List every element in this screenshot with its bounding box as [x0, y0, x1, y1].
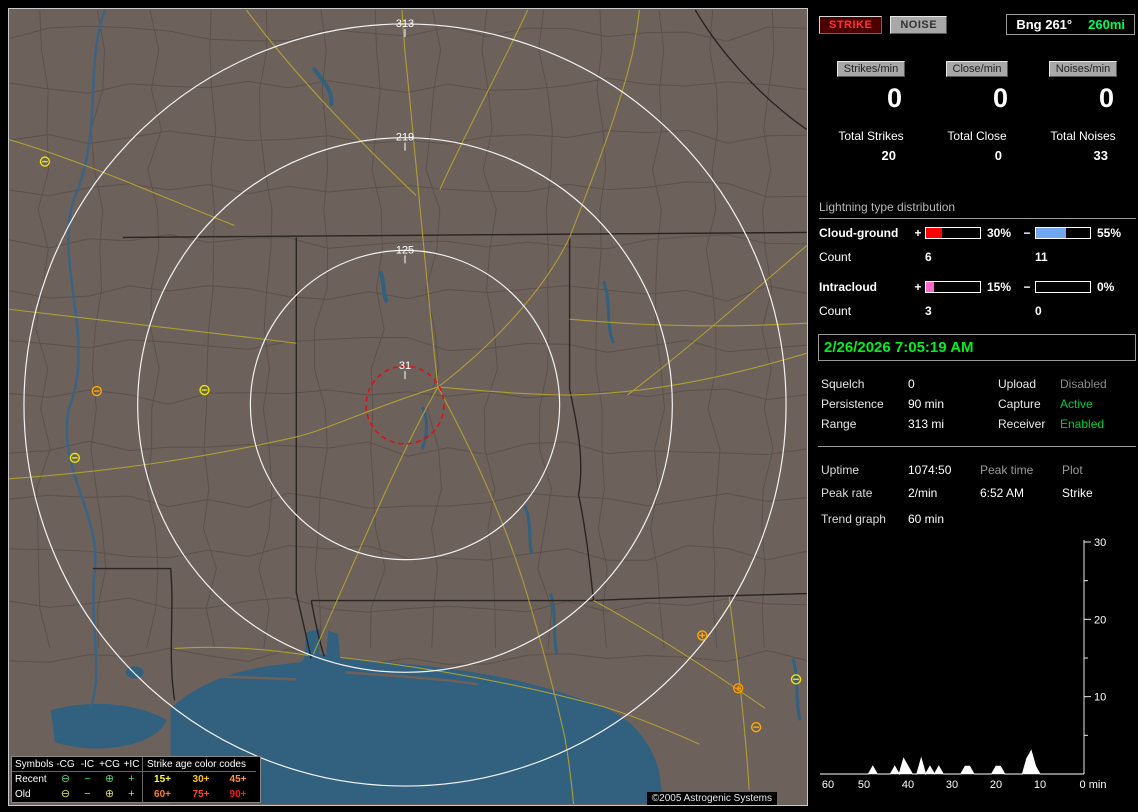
svg-text:40: 40	[902, 779, 914, 791]
close-min-value: 0	[992, 83, 1008, 113]
trend-window-value: 60 min	[908, 512, 945, 526]
map-legend: Symbols -CG -IC +CG +IC Strike age color code…	[11, 756, 261, 803]
svg-text:20: 20	[990, 779, 1002, 791]
svg-text:30: 30	[1094, 537, 1106, 549]
small-lake	[125, 666, 144, 679]
cloud-ground-row: Cloud-ground +30% −55%	[819, 225, 1122, 240]
persistence-value: 90 min	[908, 397, 945, 411]
total-close-label: Total Close	[947, 129, 1007, 143]
datetime-display: 2/26/2026 7:05:19 AM	[818, 334, 1136, 361]
svg-text:50: 50	[858, 779, 870, 791]
mode-toolbar: STRIKE NOISE Bng 261° 260mi	[819, 14, 1135, 35]
svg-text:30: 30	[946, 779, 958, 791]
svg-text:313: 313	[396, 18, 414, 30]
settings-grid: Squelch 0 Upload Disabled Persistence 90 min C…	[821, 374, 1136, 434]
distribution-title: Lightning type distribution	[819, 200, 1136, 219]
intracloud-row: Intracloud +15% −0%	[819, 279, 1115, 294]
svg-text:60: 60	[822, 779, 834, 791]
intracloud-pos-bar	[925, 280, 981, 293]
noises-min-button[interactable]: Noises/min	[1048, 61, 1118, 77]
svg-text:31: 31	[399, 360, 411, 372]
peak-time-label: Peak time	[980, 463, 1034, 477]
uptime-value: 1074:50	[908, 463, 952, 477]
bearing-label: Bng 261°	[1016, 17, 1073, 32]
squelch-value: 0	[908, 377, 915, 391]
cloud-ground-count-row: Count 6 11	[819, 249, 1048, 264]
total-strikes-label: Total Strikes	[838, 129, 904, 143]
plot-value: Strike	[1062, 486, 1093, 500]
rate-counter-values: 0 0 0	[818, 83, 1136, 114]
close-min-button[interactable]: Close/min	[945, 61, 1009, 77]
cloud-ground-neg-bar	[1035, 226, 1091, 239]
peak-rate-value: 2/min	[908, 486, 938, 500]
cloud-ground-pos-bar	[925, 226, 981, 239]
capture-label: Capture	[998, 397, 1041, 411]
peak-rate-label: Peak rate	[821, 486, 873, 500]
total-counter-values: 20 0 33	[818, 148, 1136, 163]
rate-counter-labels: Strikes/min Close/min Noises/min	[818, 61, 1136, 77]
svg-text:219: 219	[396, 132, 414, 144]
persistence-label: Persistence	[821, 397, 884, 411]
strike-mode-button[interactable]: STRIKE	[819, 15, 883, 34]
stats-grid: Uptime 1074:50 Peak time Plot Peak rate …	[821, 459, 1136, 505]
svg-text:10: 10	[1094, 692, 1106, 704]
peak-time-value: 6:52 AM	[980, 486, 1025, 500]
svg-text:0 min: 0 min	[1080, 779, 1107, 791]
map-canvas: 313 219 125 31	[9, 9, 807, 805]
svg-text:10: 10	[1034, 779, 1046, 791]
receiver-label: Receiver	[998, 417, 1046, 431]
strikes-min-button[interactable]: Strikes/min	[836, 61, 906, 77]
trend-graph-row: Trend graph 60 min	[821, 512, 1136, 526]
divider	[818, 446, 1136, 447]
svg-text:125: 125	[396, 244, 414, 256]
uptime-label: Uptime	[821, 463, 860, 477]
total-noises-label: Total Noises	[1050, 129, 1116, 143]
upload-status: Disabled	[1060, 377, 1107, 391]
intracloud-neg-bar	[1035, 280, 1091, 293]
trend-chart: 10 20 30 60 50 40 30 20 10 0 min	[820, 537, 1107, 791]
trend-graph-label: Trend graph	[821, 512, 886, 526]
squelch-label: Squelch	[821, 377, 865, 391]
noise-mode-button[interactable]: NOISE	[890, 15, 948, 34]
total-strikes-value: 20	[881, 148, 896, 163]
total-close-value: 0	[994, 148, 1002, 163]
receiver-status: Enabled	[1060, 417, 1105, 431]
bearing-readout: Bng 261° 260mi	[1006, 14, 1135, 35]
plot-label: Plot	[1062, 463, 1083, 477]
total-counter-labels: Total Strikes Total Close Total Noises	[818, 129, 1136, 143]
legend-table: Symbols -CG -IC +CG +IC Strike age color code…	[12, 757, 260, 802]
total-noises-value: 33	[1093, 148, 1108, 163]
svg-text:20: 20	[1094, 614, 1106, 626]
capture-status: Active	[1060, 397, 1093, 411]
distribution-rows: Cloud-ground +30% −55% Count 6 11 Intracloud +1…	[819, 224, 1136, 332]
range-label: Range	[821, 417, 857, 431]
status-panel: STRIKE NOISE Bng 261° 260mi Strikes/min C…	[816, 0, 1138, 812]
upload-label: Upload	[998, 377, 1037, 391]
copyright-text: ©2005 Astrogenic Systems	[646, 792, 777, 805]
bearing-range-value: 260mi	[1088, 17, 1125, 32]
intracloud-count-row: Count 3 0	[819, 303, 1042, 318]
strikes-min-value: 0	[886, 83, 902, 113]
noises-min-value: 0	[1098, 83, 1114, 113]
range-value: 313 mi	[908, 417, 945, 431]
lightning-map[interactable]: 313 219 125 31 Symbols -CG -IC +CG +IC Strike ag…	[8, 8, 808, 806]
